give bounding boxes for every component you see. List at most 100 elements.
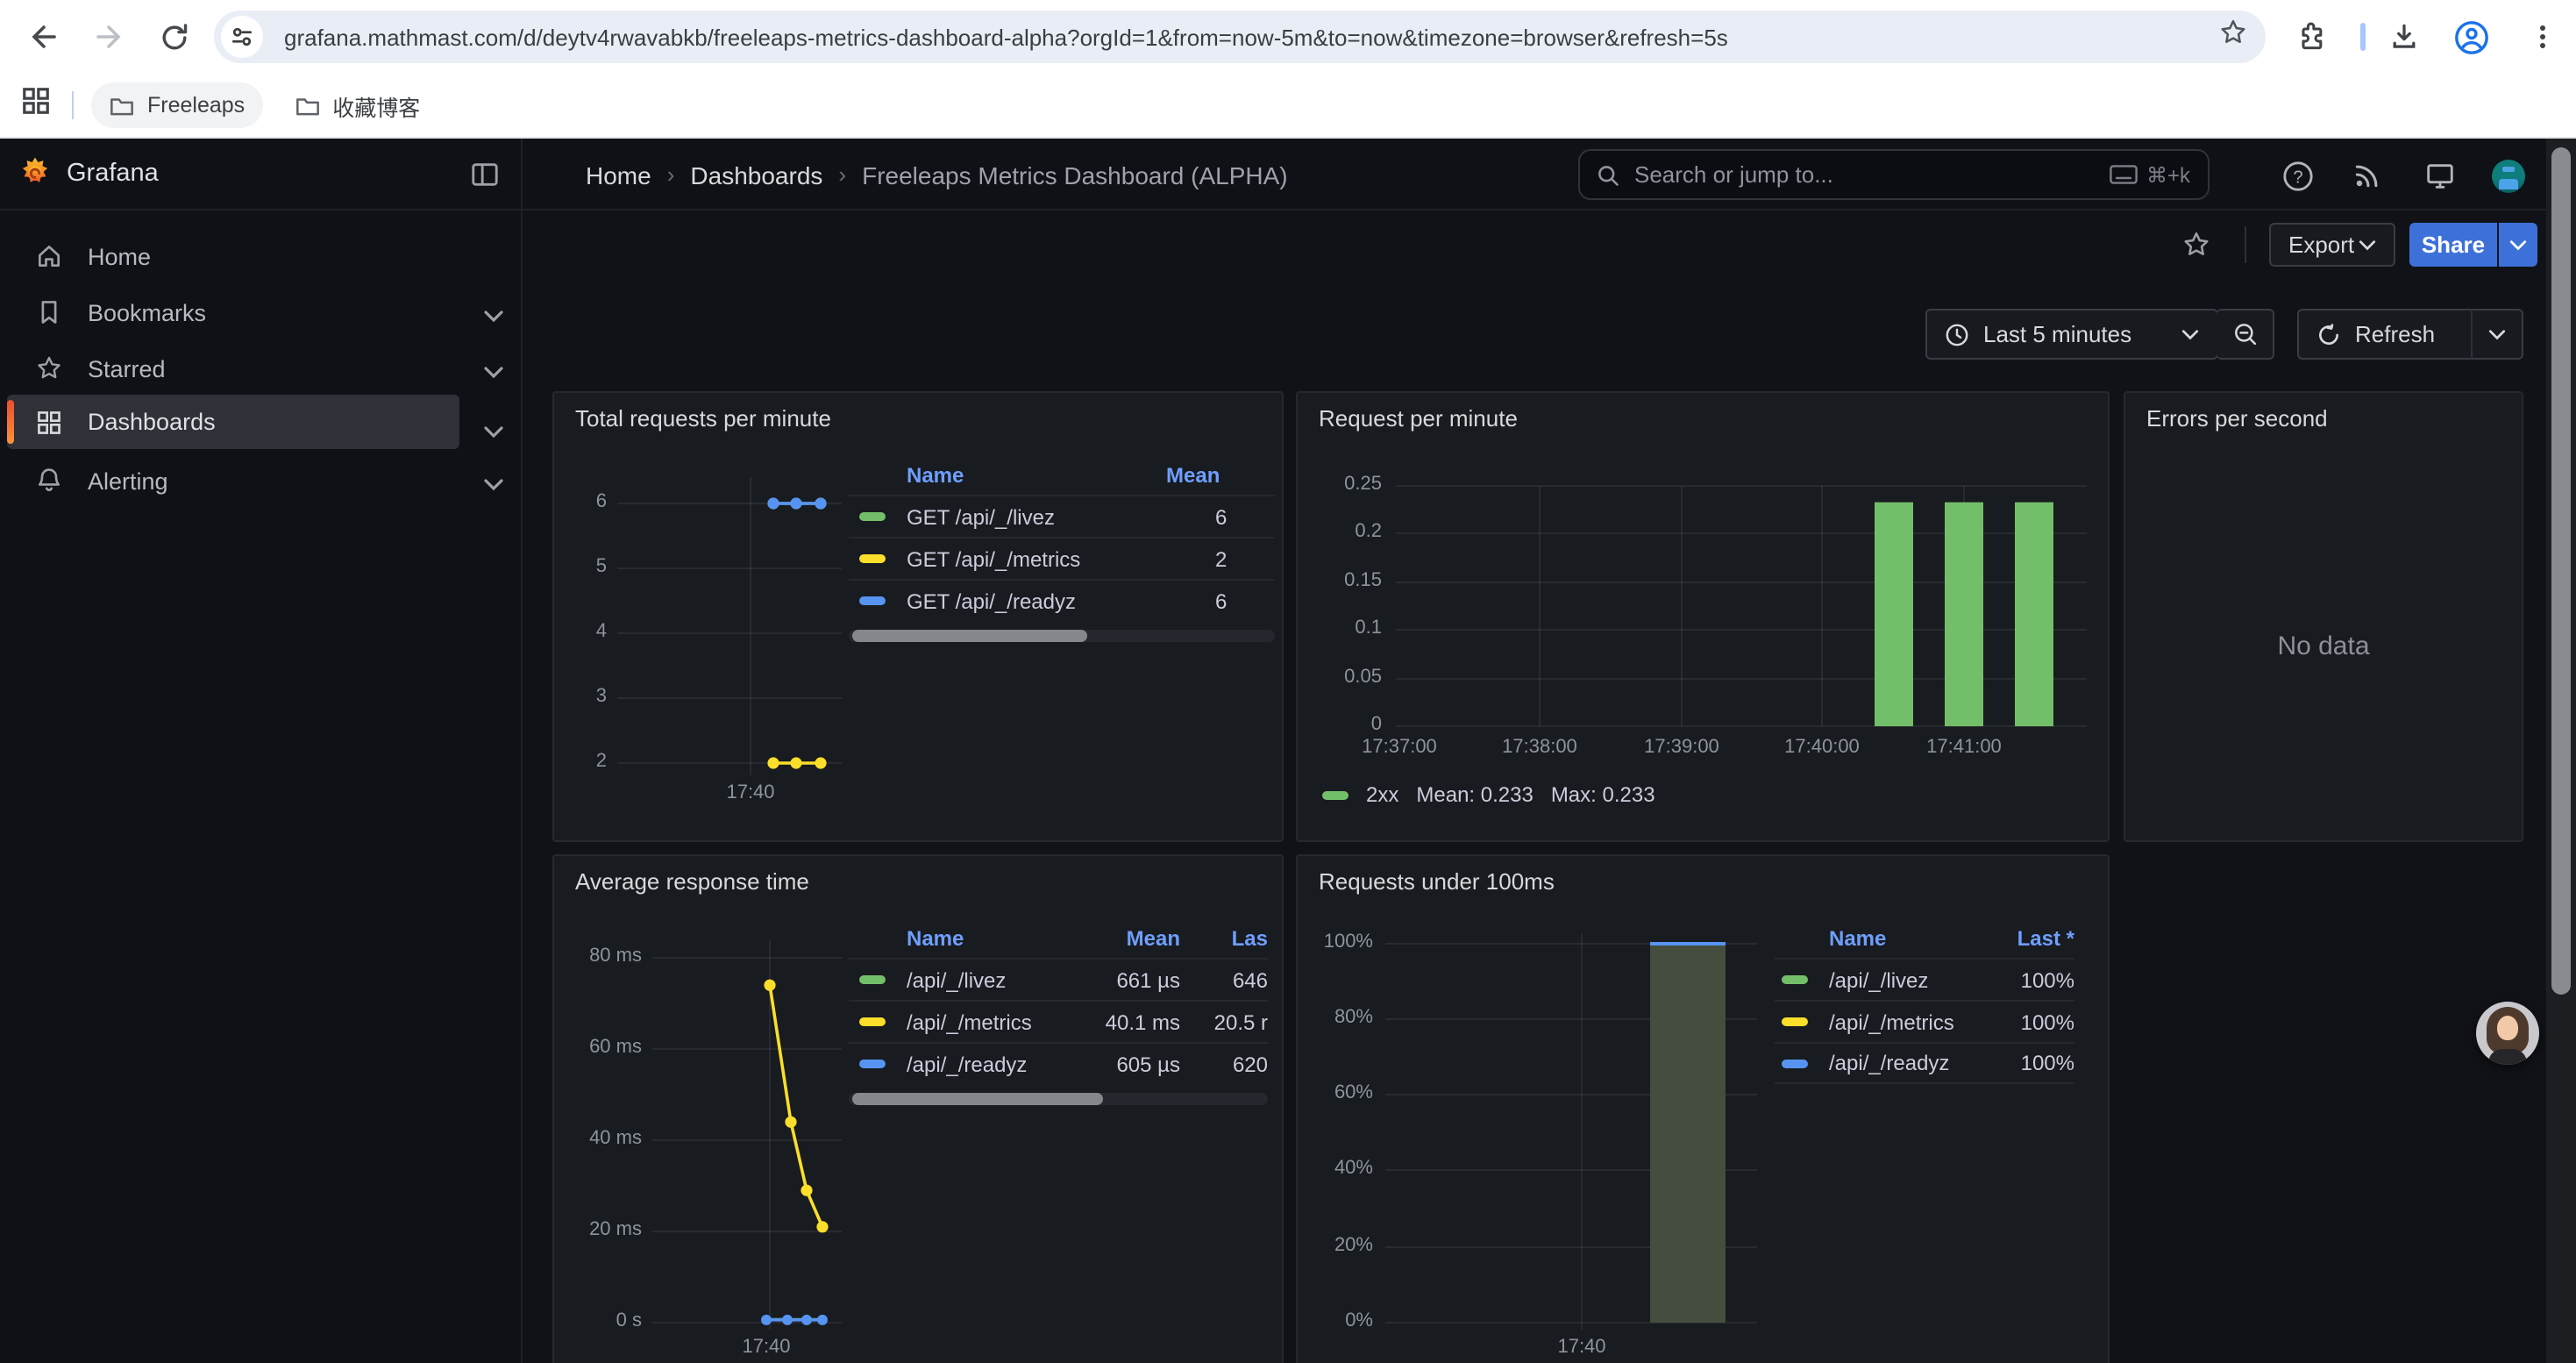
export-button[interactable]: Export <box>2269 223 2395 267</box>
site-settings-icon[interactable] <box>221 16 263 58</box>
sidebar-item-starred[interactable]: Starred <box>7 342 459 395</box>
y-tick: 60% <box>1301 1082 1373 1103</box>
y-tick: 80% <box>1301 1007 1373 1028</box>
y-tick: 4 <box>561 621 607 642</box>
browser-toolbar: grafana.mathmast.com/d/deytv4rwavabkb/fr… <box>0 0 2576 74</box>
sidebar-item-bookmarks[interactable]: Bookmarks <box>7 286 459 339</box>
series-name[interactable]: 2xx <box>1366 782 1398 807</box>
series-name[interactable]: /api/_/livez <box>1829 967 1997 992</box>
series-color-pill <box>859 975 886 984</box>
series-name[interactable]: GET /api/_/metrics <box>907 546 1215 571</box>
y-tick: 40% <box>1301 1158 1373 1179</box>
legend-row[interactable]: /api/_/metrics 40.1 ms 20.5 r <box>849 1000 1268 1042</box>
legend-col-last[interactable]: Last * <box>1997 926 2074 951</box>
monitor-icon[interactable] <box>2420 156 2459 195</box>
legend-row[interactable]: /api/_/readyz 100% <box>1775 1042 2074 1084</box>
bookmark-star-icon[interactable] <box>2218 18 2248 56</box>
help-icon[interactable]: ? <box>2278 156 2316 195</box>
profile-icon[interactable] <box>2448 14 2494 60</box>
url-bar[interactable]: grafana.mathmast.com/d/deytv4rwavabkb/fr… <box>214 11 2266 63</box>
refresh-interval-button[interactable] <box>2471 309 2523 360</box>
breadcrumb-current: Freeleaps Metrics Dashboard (ALPHA) <box>862 161 1288 189</box>
sidebar-item-label: Dashboards <box>88 409 216 435</box>
breadcrumb-dashboards[interactable]: Dashboards <box>690 161 822 189</box>
legend-col-mean[interactable]: Mean <box>1166 463 1275 488</box>
zoom-out-button[interactable] <box>2217 309 2274 360</box>
grafana-logo[interactable] <box>18 156 53 200</box>
url-text[interactable]: grafana.mathmast.com/d/deytv4rwavabkb/fr… <box>284 24 2218 50</box>
series-last: 100% <box>1997 1010 2074 1034</box>
refresh-button[interactable]: Refresh <box>2297 309 2473 360</box>
user-avatar[interactable] <box>2488 156 2527 195</box>
legend-row[interactable]: 2xx Mean: 0.233 Max: 0.233 <box>1322 782 1655 807</box>
share-menu-button[interactable] <box>2499 223 2537 267</box>
favorite-star-icon[interactable] <box>2181 230 2211 268</box>
series-name[interactable]: /api/_/metrics <box>907 1010 1075 1034</box>
legend-row[interactable]: GET /api/_/metrics 2 <box>849 537 1275 579</box>
keyboard-icon <box>2110 165 2138 184</box>
legend-row[interactable]: GET /api/_/readyz 6 <box>849 579 1275 621</box>
bookmark-folder-blogs[interactable]: 收藏博客 <box>276 82 438 128</box>
legend-row[interactable]: GET /api/_/livez 6 <box>849 495 1275 537</box>
search-input[interactable]: Search or jump to... ⌘+k <box>1578 149 2210 200</box>
series-name[interactable]: /api/_/metrics <box>1829 1010 1997 1034</box>
panel-total-requests: Total requests per minute 6 5 4 3 2 17:4… <box>552 391 1284 842</box>
reload-icon[interactable] <box>151 14 196 60</box>
legend-row[interactable]: /api/_/readyz 605 µs 620 <box>849 1042 1268 1084</box>
scrollbar-thumb[interactable] <box>2551 147 2571 995</box>
series-mean: 605 µs <box>1075 1052 1180 1076</box>
panel-title[interactable]: Errors per second <box>2146 405 2328 432</box>
legend-row[interactable]: /api/_/livez 661 µs 646 <box>849 958 1268 1000</box>
extensions-icon[interactable] <box>2288 14 2334 60</box>
home-icon <box>35 242 63 270</box>
refresh-icon <box>2316 322 2341 346</box>
back-icon[interactable] <box>21 14 67 60</box>
series-last: 646 <box>1180 967 1268 992</box>
sidebar-item-dashboards[interactable]: Dashboards <box>7 395 459 449</box>
legend-row[interactable]: /api/_/livez 100% <box>1775 958 2074 1000</box>
sidebar-item-label: Bookmarks <box>88 299 206 325</box>
legend-col-mean[interactable]: Mean <box>1075 926 1180 951</box>
legend-table: Name Last * /api/_/livez 100% /api/_/met… <box>1775 919 2097 1084</box>
legend-col-name[interactable]: Name <box>907 926 1075 951</box>
legend-row[interactable]: /api/_/metrics 100% <box>1775 1000 2074 1042</box>
pinned-tab-indicator <box>2360 23 2366 51</box>
forward-icon[interactable] <box>86 14 132 60</box>
sidebar-item-home[interactable]: Home <box>7 230 459 282</box>
chevron-down-icon[interactable] <box>484 300 503 332</box>
series-color-pill <box>859 1060 886 1068</box>
legend-col-last[interactable]: Las <box>1180 926 1268 951</box>
assistant-avatar[interactable] <box>2476 1002 2539 1065</box>
legend-col-name[interactable]: Name <box>1829 926 1997 951</box>
sidebar-item-alerting[interactable]: Alerting <box>7 454 459 507</box>
series-name[interactable]: GET /api/_/readyz <box>907 589 1215 613</box>
series-last: 100% <box>1997 967 2074 992</box>
chevron-down-icon[interactable] <box>484 356 503 388</box>
sidebar-collapse-icon[interactable] <box>470 160 500 198</box>
news-rss-icon[interactable] <box>2348 156 2387 195</box>
browser-menu-icon[interactable] <box>2520 14 2565 60</box>
time-range-picker[interactable]: Last 5 minutes <box>1925 309 2218 360</box>
no-data-message: No data <box>2125 632 2522 661</box>
share-button[interactable]: Share <box>2409 223 2497 267</box>
legend-table: Name Mean Las /api/_/livez 661 µs 646 /a… <box>849 919 1284 1105</box>
y-tick: 80 ms <box>558 946 642 967</box>
chevron-down-icon[interactable] <box>484 468 503 500</box>
legend-scrollbar[interactable] <box>849 1093 1268 1105</box>
bookmark-folder-freeleaps[interactable]: Freeleaps <box>91 82 262 128</box>
series-name[interactable]: GET /api/_/livez <box>907 504 1215 529</box>
apps-grid-icon[interactable] <box>21 86 51 125</box>
screen: grafana.mathmast.com/d/deytv4rwavabkb/fr… <box>0 0 2576 1363</box>
legend-scrollbar[interactable] <box>849 630 1275 642</box>
series-name[interactable]: /api/_/livez <box>907 967 1075 992</box>
series-name[interactable]: /api/_/readyz <box>907 1052 1075 1076</box>
page-scrollbar[interactable] <box>2546 139 2576 1363</box>
chevron-down-icon[interactable] <box>484 416 503 447</box>
bookmarks-divider <box>72 91 74 119</box>
legend-col-name[interactable]: Name <box>907 463 1166 488</box>
series-name[interactable]: /api/_/readyz <box>1829 1051 1997 1075</box>
star-icon <box>35 354 63 382</box>
download-icon[interactable] <box>2381 14 2427 60</box>
breadcrumb-home[interactable]: Home <box>586 161 651 189</box>
svg-text:?: ? <box>2292 168 2302 187</box>
